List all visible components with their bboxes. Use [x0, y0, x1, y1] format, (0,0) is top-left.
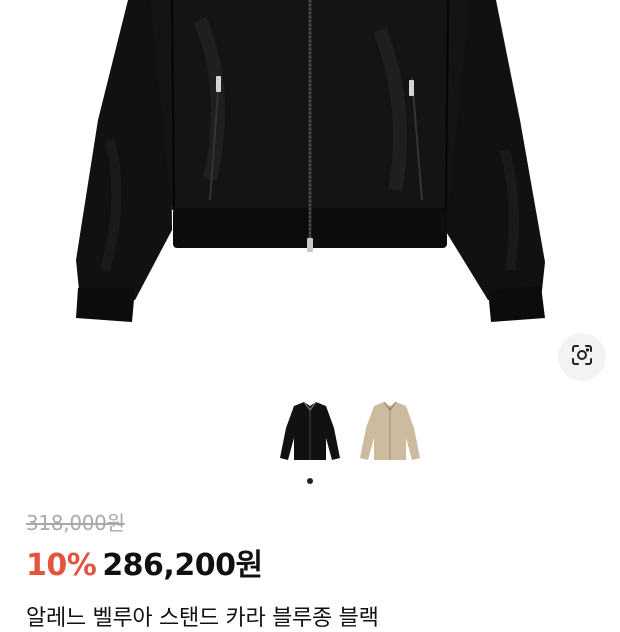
- image-search-button[interactable]: [558, 333, 606, 381]
- original-price: 318,000원: [26, 511, 125, 535]
- thumbnail-black-jacket[interactable]: [276, 398, 344, 472]
- product-title: 알레느 벨루아 스탠드 카라 블루종 블랙: [26, 606, 379, 631]
- price-row: 10% 286,200원: [26, 540, 263, 584]
- camera-lens-icon: [570, 343, 594, 371]
- sale-price: 286,200원: [102, 548, 263, 583]
- product-main-image[interactable]: [0, 0, 620, 390]
- thumbnail-beige-jacket[interactable]: [356, 398, 424, 472]
- discount-rate: 10%: [26, 548, 97, 583]
- gallery-page-dot: [307, 478, 313, 484]
